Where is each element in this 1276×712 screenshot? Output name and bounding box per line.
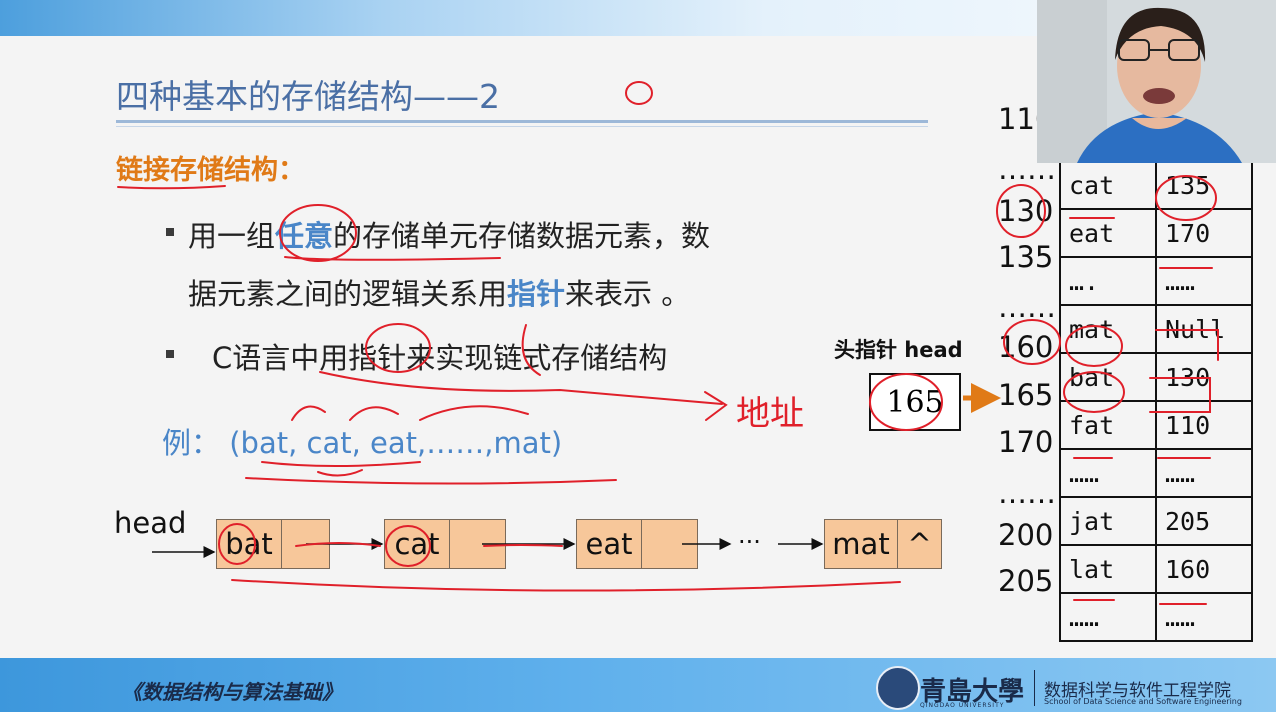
university-name-en: QINGDAO UNIVERSITY bbox=[920, 702, 1005, 709]
university-logo-icon bbox=[876, 666, 920, 710]
footer-divider bbox=[1034, 670, 1035, 706]
presenter-video bbox=[1037, 0, 1276, 163]
course-name: 《数据结构与算法基础》 bbox=[122, 680, 342, 704]
ink-annotation-text: 地址 bbox=[736, 394, 804, 434]
presenter-avatar-icon bbox=[1037, 0, 1276, 163]
department-name-en: School of Data Science and Software Engi… bbox=[1044, 697, 1242, 706]
